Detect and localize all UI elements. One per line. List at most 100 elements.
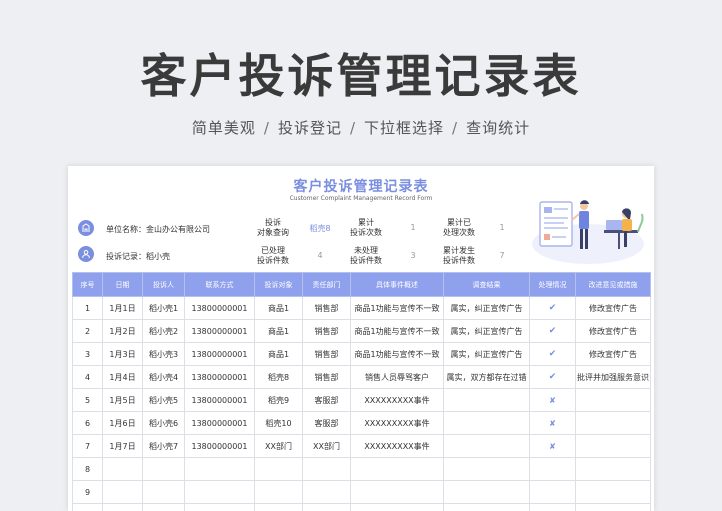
cell-person[interactable] — [142, 457, 185, 481]
cell-result[interactable]: 属实，双方都存在过错 — [443, 365, 530, 389]
cell-no[interactable]: 8 — [72, 457, 103, 481]
cell-target[interactable]: 稻壳8 — [254, 365, 303, 389]
cell-dept[interactable]: 客服部 — [302, 388, 351, 412]
cell-dept[interactable] — [302, 457, 351, 481]
cell-date[interactable]: 1月5日 — [102, 388, 143, 412]
cell-dept[interactable]: 销售部 — [302, 365, 351, 389]
cell-no[interactable]: 2 — [72, 319, 103, 343]
cell-status[interactable]: ✔ — [529, 319, 576, 343]
cell-target[interactable]: 稻壳10 — [254, 411, 303, 435]
cell-target[interactable] — [254, 503, 303, 511]
header-person[interactable]: 投诉人 — [142, 272, 185, 297]
query-target-value[interactable]: 稻壳8 — [300, 223, 340, 234]
cell-no[interactable]: 6 — [72, 411, 103, 435]
cell-dept[interactable] — [302, 480, 351, 504]
cell-dept[interactable]: 客服部 — [302, 411, 351, 435]
cell-event[interactable]: XXXXXXXXX事件 — [350, 434, 444, 458]
header-contact[interactable]: 联系方式 — [184, 272, 255, 297]
cell-target[interactable]: 稻壳9 — [254, 388, 303, 412]
cell-contact[interactable] — [184, 457, 255, 481]
cell-contact[interactable] — [184, 503, 255, 511]
cell-improve[interactable]: 修改宣传广告 — [575, 319, 651, 343]
cell-event[interactable] — [350, 457, 444, 481]
cell-target[interactable]: 商品1 — [254, 342, 303, 366]
cell-status[interactable] — [529, 503, 576, 511]
cell-event[interactable] — [350, 503, 444, 511]
header-result[interactable]: 调查结果 — [443, 272, 530, 297]
cell-person[interactable]: 稻小壳1 — [142, 296, 185, 320]
header-improve[interactable]: 改进意见或措施 — [575, 272, 651, 297]
cell-date[interactable]: 1月4日 — [102, 365, 143, 389]
cell-target[interactable]: XX部门 — [254, 434, 303, 458]
cell-date[interactable] — [102, 457, 143, 481]
cell-no[interactable]: 5 — [72, 388, 103, 412]
cell-contact[interactable]: 13800000001 — [184, 388, 255, 412]
cell-result[interactable]: 属实，纠正宣传广告 — [443, 296, 530, 320]
cell-event[interactable]: 商品1功能与宣传不一致 — [350, 342, 444, 366]
header-dept[interactable]: 责任部门 — [302, 272, 351, 297]
cell-no[interactable]: 3 — [72, 342, 103, 366]
cell-result[interactable] — [443, 388, 530, 412]
cell-result[interactable] — [443, 434, 530, 458]
cell-result[interactable] — [443, 411, 530, 435]
cell-person[interactable]: 稻小壳5 — [142, 388, 185, 412]
cell-status[interactable]: ✔ — [529, 342, 576, 366]
cell-contact[interactable]: 13800000001 — [184, 411, 255, 435]
header-event[interactable]: 具体事件概述 — [350, 272, 444, 297]
cell-improve[interactable] — [575, 411, 651, 435]
cell-result[interactable]: 属实，纠正宣传广告 — [443, 319, 530, 343]
cell-no[interactable]: 9 — [72, 480, 103, 504]
cell-no[interactable]: 4 — [72, 365, 103, 389]
cell-status[interactable]: ✘ — [529, 388, 576, 412]
cell-status[interactable]: ✔ — [529, 296, 576, 320]
cell-person[interactable]: 稻小壳6 — [142, 411, 185, 435]
cell-improve[interactable] — [575, 503, 651, 511]
cell-status[interactable] — [529, 480, 576, 504]
cell-person[interactable]: 稻小壳3 — [142, 342, 185, 366]
cell-improve[interactable]: 修改宣传广告 — [575, 296, 651, 320]
cell-contact[interactable]: 13800000001 — [184, 342, 255, 366]
cell-improve[interactable] — [575, 388, 651, 412]
cell-contact[interactable]: 13800000001 — [184, 434, 255, 458]
cell-date[interactable]: 1月7日 — [102, 434, 143, 458]
cell-person[interactable]: 稻小壳4 — [142, 365, 185, 389]
cell-dept[interactable]: 销售部 — [302, 342, 351, 366]
cell-event[interactable]: 商品1功能与宣传不一致 — [350, 296, 444, 320]
cell-dept[interactable]: XX部门 — [302, 434, 351, 458]
cell-status[interactable]: ✘ — [529, 434, 576, 458]
cell-date[interactable] — [102, 503, 143, 511]
header-date[interactable]: 日期 — [102, 272, 143, 297]
cell-improve[interactable] — [575, 457, 651, 481]
cell-improve[interactable]: 修改宣传广告 — [575, 342, 651, 366]
cell-improve[interactable] — [575, 434, 651, 458]
cell-result[interactable] — [443, 480, 530, 504]
cell-no[interactable]: 1 — [72, 296, 103, 320]
cell-dept[interactable] — [302, 503, 351, 511]
cell-target[interactable]: 商品1 — [254, 319, 303, 343]
cell-event[interactable]: XXXXXXXXX事件 — [350, 388, 444, 412]
cell-result[interactable] — [443, 503, 530, 511]
cell-person[interactable] — [142, 503, 185, 511]
header-target[interactable]: 投诉对象 — [254, 272, 303, 297]
header-status[interactable]: 处理情况 — [529, 272, 576, 297]
cell-person[interactable] — [142, 480, 185, 504]
cell-contact[interactable]: 13800000001 — [184, 365, 255, 389]
cell-no[interactable]: 7 — [72, 434, 103, 458]
cell-improve[interactable]: 批评并加强服务意识 — [575, 365, 651, 389]
cell-status[interactable]: ✘ — [529, 411, 576, 435]
cell-improve[interactable] — [575, 480, 651, 504]
cell-target[interactable] — [254, 457, 303, 481]
cell-target[interactable]: 商品1 — [254, 296, 303, 320]
cell-status[interactable] — [529, 457, 576, 481]
cell-status[interactable]: ✔ — [529, 365, 576, 389]
cell-result[interactable] — [443, 457, 530, 481]
cell-contact[interactable]: 13800000001 — [184, 296, 255, 320]
cell-date[interactable]: 1月3日 — [102, 342, 143, 366]
cell-no[interactable] — [72, 503, 103, 511]
cell-dept[interactable]: 销售部 — [302, 296, 351, 320]
cell-dept[interactable]: 销售部 — [302, 319, 351, 343]
cell-contact[interactable]: 13800000001 — [184, 319, 255, 343]
cell-target[interactable] — [254, 480, 303, 504]
cell-date[interactable]: 1月1日 — [102, 296, 143, 320]
cell-person[interactable]: 稻小壳7 — [142, 434, 185, 458]
